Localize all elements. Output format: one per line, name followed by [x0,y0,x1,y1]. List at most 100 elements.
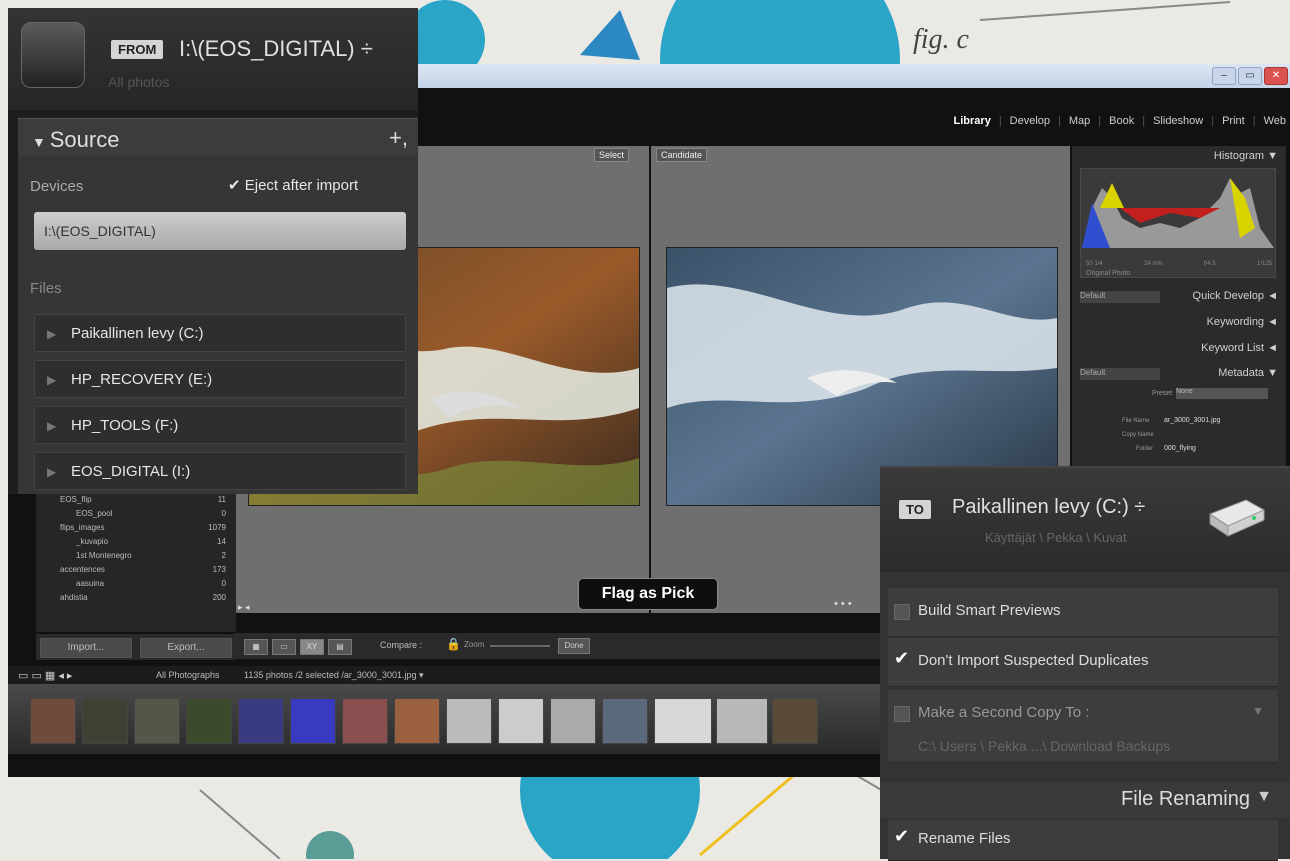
folder-row[interactable]: _kuvapio 14 [36,536,232,548]
build-smart-previews-option[interactable]: Build Smart Previews [888,588,1278,637]
filmstrip-thumb[interactable] [238,698,284,744]
folder-value: 000_flying [1164,445,1196,452]
candidate-tag: Candidate [656,148,708,162]
files-label: Files [30,280,62,297]
to-badge: TO [899,500,931,519]
import-button[interactable]: Import... [40,638,132,658]
module-develop[interactable]: Develop [1010,115,1050,127]
file-name-value: ar_3000_3001.jpg [1164,417,1221,424]
filmstrip-thumb[interactable] [394,698,440,744]
second-copy-checkbox[interactable] [894,706,910,722]
grid-view-icon[interactable]: ▦ [244,639,268,655]
from-header: FROM I:\(EOS_DIGITAL) ÷ All photos [8,8,418,110]
source-title: ▼ Source [32,127,120,152]
survey-view-icon[interactable]: ▤ [328,639,352,655]
folder-row[interactable]: EOS_flip 11 [36,494,232,506]
filmstrip-thumb[interactable] [290,698,336,744]
from-path-select[interactable]: I:\(EOS_DIGITAL) ÷ [179,36,373,62]
add-source-icon[interactable]: +, [389,125,408,151]
filmstrip-thumb[interactable] [134,698,180,744]
export-button[interactable]: Export... [140,638,232,658]
quick-develop-header[interactable]: Quick Develop ◄ [1078,290,1278,302]
original-photo-label[interactable]: Original Photo [1086,270,1130,277]
filmstrip-thumb[interactable] [602,698,648,744]
loupe-view-icon[interactable]: ▭ [272,639,296,655]
compare-view-icon[interactable]: XY [300,639,324,655]
rename-files-option[interactable]: ✔ Rename Files [888,820,1278,861]
expand-icon: ▶ [47,373,57,387]
keyword-list-header[interactable]: Keyword List ◄ [1078,342,1278,354]
dont-import-duplicates-option[interactable]: ✔ Don't Import Suspected Duplicates [888,638,1278,687]
file-volume-row[interactable]: ▶ EOS_DIGITAL (I:) [34,452,406,490]
second-copy-dropdown-icon[interactable]: ▼ [1252,704,1264,718]
hist-focal: 24 mm [1144,261,1163,267]
close-button[interactable]: ✕ [1264,67,1288,85]
zoom-label: Zoom [464,640,485,649]
smart-previews-checkbox[interactable] [894,604,910,620]
file-volume-row[interactable]: ▶ HP_RECOVERY (E:) [34,360,406,398]
import-from-panel: FROM I:\(EOS_DIGITAL) ÷ All photos ▼ Sou… [8,8,418,494]
filmstrip-view-icons[interactable]: ▭ ▭ ▦ ◂ ▸ [18,669,72,682]
filmstrip-thumb[interactable] [30,698,76,744]
filmstrip-thumb[interactable] [772,698,818,744]
filmstrip-thumb[interactable] [82,698,128,744]
folder-row[interactable]: flips_images 1079 [36,522,232,534]
filmstrip-thumb[interactable] [342,698,388,744]
folder-row[interactable]: 1st Montenegro 2 [36,550,232,562]
eject-after-import-checkbox[interactable]: ✔ Eject after import [228,176,358,194]
folder-row[interactable]: EOS_pool 0 [36,508,232,520]
preset-select[interactable]: None [1176,388,1268,399]
file-renaming-header[interactable]: File Renaming ▼ [880,782,1290,818]
lock-icon[interactable]: 🔒 [446,637,461,651]
to-path-select[interactable]: Paikallinen levy (C:) ÷ [952,496,1145,519]
import-export-bar: Import... Export... [36,634,236,660]
module-slideshow[interactable]: Slideshow [1153,115,1203,127]
module-library[interactable]: Library [954,115,991,127]
filmstrip-source[interactable]: All Photographs [156,670,220,680]
file-volume-row[interactable]: ▶ Paikallinen levy (C:) [34,314,406,352]
keywording-header[interactable]: Keywording ◄ [1078,316,1278,328]
hist-iso: 50 1/4 [1086,261,1103,267]
expand-icon: ▶ [47,419,57,433]
folder-row[interactable]: aasuina 0 [36,578,232,590]
module-map[interactable]: Map [1069,115,1090,127]
select-pane-controls[interactable]: ▸ ◂ [238,602,250,613]
module-book[interactable]: Book [1109,115,1134,127]
filmstrip-thumb-selected[interactable] [716,698,768,744]
duplicates-checkbox[interactable]: ✔ [894,648,909,668]
filmstrip-thumb-selected[interactable] [654,698,712,744]
hist-aperture: f/4.5 [1203,261,1216,267]
folder-row[interactable]: accentences 173 [36,564,232,576]
hist-shutter: 1/125 [1256,261,1272,267]
module-print[interactable]: Print [1222,115,1245,127]
folders-panel: EOS_flip 11 EOS_pool 0 flips_images 1079 _k… [36,492,236,632]
filmstrip-thumb[interactable] [186,698,232,744]
rating-dots[interactable]: • • • [834,598,852,610]
folder-row[interactable]: ahdistia 200 [36,592,232,604]
device-selected[interactable]: I:\(EOS_DIGITAL) [34,212,406,250]
filmstrip-thumb[interactable] [550,698,596,744]
minimize-button[interactable]: – [1212,67,1236,85]
rename-files-checkbox[interactable]: ✔ [894,826,909,846]
done-button[interactable]: Done [558,638,590,654]
to-header: TO Paikallinen levy (C:) ÷ Käyttäjät \ P… [880,466,1290,572]
maximize-button[interactable]: ▭ [1238,67,1262,85]
zoom-slider[interactable] [490,645,550,647]
filmstrip-thumb[interactable] [498,698,544,744]
hard-drive-icon [1208,499,1266,537]
source-section-header[interactable]: ▼ Source +, [18,118,418,157]
collapse-icon: ▼ [1256,788,1272,805]
from-badge: FROM [111,40,164,59]
expand-icon: ▶ [47,465,57,479]
to-subtitle: Käyttäjät \ Pekka \ Kuvat [985,530,1127,545]
file-name-label: File Name [1122,418,1150,424]
flag-as-pick-tooltip: Flag as Pick [578,578,718,610]
filmstrip-thumb[interactable] [446,698,492,744]
fig-annotation: fig. c [913,24,969,55]
histogram-header[interactable]: Histogram ▼ [1078,150,1278,162]
compare-divider [649,146,651,613]
filmstrip-info: 1135 photos /2 selected /ar_3000_3001.jp… [244,670,424,680]
module-web[interactable]: Web [1264,115,1286,127]
file-volume-row[interactable]: ▶ HP_TOOLS (F:) [34,406,406,444]
metadata-header[interactable]: Metadata ▼ [1078,367,1278,379]
